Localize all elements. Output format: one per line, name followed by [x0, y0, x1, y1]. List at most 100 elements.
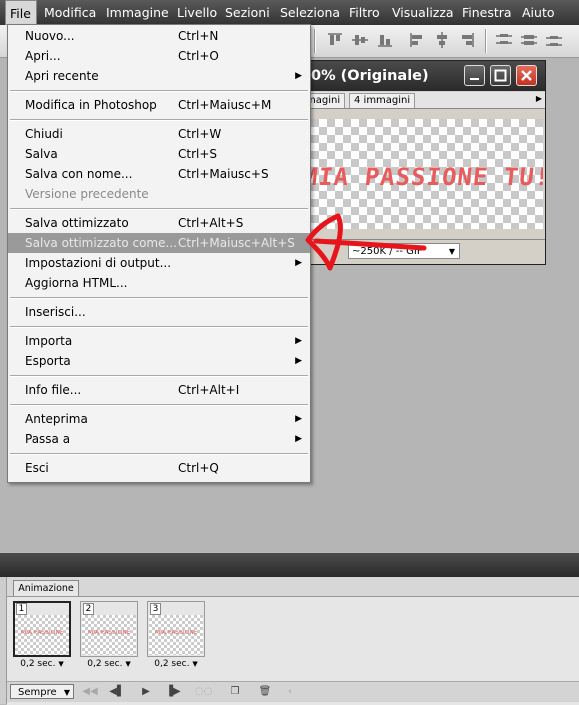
- submenu-arrow-icon: ▶: [295, 356, 302, 366]
- align-left-icon[interactable]: [408, 31, 426, 49]
- minimize-button[interactable]: [464, 65, 485, 86]
- menu-item-modifica-in-photoshop[interactable]: Modifica in Photoshop Ctrl+Maiusc+M: [8, 95, 310, 115]
- next-frame-icon[interactable]: ▐▶: [165, 685, 181, 699]
- menu-item-importa[interactable]: Importa ▶: [8, 331, 310, 351]
- menu-livello[interactable]: Livello: [177, 0, 217, 25]
- align-bottom-icon[interactable]: [376, 31, 394, 49]
- frame-delay[interactable]: 0,2 sec. ▼: [147, 659, 205, 669]
- menu-item-label: Salva: [25, 147, 58, 161]
- menu-item-shortcut: Ctrl+Alt+S: [178, 216, 244, 230]
- close-button[interactable]: [516, 65, 537, 86]
- menu-item-passa-a[interactable]: Passa a ▶: [8, 429, 310, 449]
- tab-scroll-right-icon[interactable]: ▶: [536, 94, 542, 103]
- tab-animazione[interactable]: Animazione: [13, 580, 79, 597]
- frame-delay-value: 0,2 sec.: [154, 659, 190, 669]
- optimization-info-value: ~250K / -- GIF: [352, 246, 423, 257]
- menu-item-shortcut: Ctrl+Maiusc+S: [178, 167, 269, 181]
- menu-aiuto[interactable]: Aiuto: [522, 0, 555, 25]
- menu-item-label: Inserisci...: [25, 305, 86, 319]
- duplicate-frame-icon[interactable]: ❐: [227, 685, 243, 699]
- minimize-icon: [470, 78, 479, 80]
- menu-item-chiudi[interactable]: Chiudi Ctrl+W: [8, 124, 310, 144]
- close-icon: [521, 70, 532, 81]
- maximize-button[interactable]: [490, 65, 511, 86]
- frame-delay[interactable]: 0,2 sec. ▼: [13, 659, 71, 669]
- frame-delay-value: 0,2 sec.: [87, 659, 123, 669]
- file-menu: Nuovo... Ctrl+N Apri... Ctrl+O Apri recente ▶…: [7, 24, 311, 483]
- menu-file[interactable]: File: [5, 0, 37, 25]
- animation-frame[interactable]: MIA PASSIONE TU!20,2 sec. ▼: [80, 601, 138, 675]
- menu-item-apri-recente[interactable]: Apri recente ▶: [8, 66, 310, 86]
- menu-item-apri[interactable]: Apri... Ctrl+O: [8, 46, 310, 66]
- tab-4-up[interactable]: 4 immagini: [349, 93, 416, 108]
- submenu-arrow-icon: ▶: [295, 434, 302, 444]
- document-titlebar[interactable]: 0% (Originale): [293, 61, 545, 91]
- collapse-icon[interactable]: ‹: [282, 685, 298, 699]
- menu-item-anteprima[interactable]: Anteprima ▶: [8, 409, 310, 429]
- delete-frame-icon[interactable]: 🗑: [257, 685, 273, 699]
- menu-item-label: Salva ottimizzato come...: [25, 236, 177, 250]
- menu-immagine[interactable]: Immagine: [106, 0, 169, 25]
- previous-frame-icon[interactable]: ◀▌: [109, 685, 125, 699]
- menu-filtro[interactable]: Filtro: [349, 0, 380, 25]
- distribute-bottom-icon[interactable]: [545, 31, 563, 49]
- menu-item-info-file[interactable]: Info file... Ctrl+Alt+I: [8, 380, 310, 400]
- animation-panel-body: Animazione Sempre ▼ ◀◀ ◀▌ ▶ ▐▶ ◌◌ ❐ 🗑 ‹ …: [6, 577, 579, 705]
- canvas-image-text: MIA PASSIONE TU!: [303, 163, 543, 191]
- menu-item-label: Anteprima: [25, 412, 88, 426]
- menu-item-esci[interactable]: Esci Ctrl+Q: [8, 458, 310, 478]
- frame-number: 3: [150, 603, 161, 615]
- menu-sezioni[interactable]: Sezioni: [225, 0, 270, 25]
- play-icon[interactable]: ▶: [138, 685, 154, 699]
- distribute-top-icon[interactable]: [495, 31, 513, 49]
- frames-strip: Sempre ▼ ◀◀ ◀▌ ▶ ▐▶ ◌◌ ❐ 🗑 ‹ MIA PASSION…: [7, 596, 579, 705]
- menu-separator: [10, 404, 308, 406]
- distribute-center-icon[interactable]: [520, 31, 538, 49]
- image-canvas[interactable]: MIA PASSIONE TU!: [303, 119, 543, 229]
- chevron-down-icon: ▼: [448, 247, 455, 256]
- menu-item-inserisci[interactable]: Inserisci...: [8, 302, 310, 322]
- menu-item-shortcut: Ctrl+S: [178, 147, 218, 161]
- loop-select[interactable]: Sempre ▼: [10, 684, 74, 699]
- align-hcenter-icon[interactable]: [433, 31, 451, 49]
- menu-item-esporta[interactable]: Esporta ▶: [8, 351, 310, 371]
- submenu-arrow-icon: ▶: [295, 336, 302, 346]
- menu-item-label: Nuovo...: [25, 29, 75, 43]
- menu-item-shortcut: Ctrl+Alt+I: [178, 383, 240, 397]
- menu-item-aggiorna-html[interactable]: Aggiorna HTML...: [8, 273, 310, 293]
- align-vcenter-icon[interactable]: [351, 31, 369, 49]
- menu-item-label: Modifica in Photoshop: [25, 98, 157, 112]
- menu-item-salva-ottimizzato-come[interactable]: Salva ottimizzato come... Ctrl+Maiusc+Alt…: [8, 233, 310, 253]
- menu-modifica[interactable]: Modifica: [44, 0, 96, 25]
- frame-delay[interactable]: 0,2 sec. ▼: [80, 659, 138, 669]
- submenu-arrow-icon: ▶: [295, 71, 302, 81]
- menu-item-salva-con-nome[interactable]: Salva con nome... Ctrl+Maiusc+S: [8, 164, 310, 184]
- menu-finestra[interactable]: Finestra: [462, 0, 512, 25]
- menu-item-shortcut: Ctrl+Maiusc+Alt+S: [178, 236, 295, 250]
- first-frame-icon[interactable]: ◀◀: [82, 685, 98, 699]
- menu-item-label: Importa: [25, 334, 73, 348]
- menu-item-salva[interactable]: Salva Ctrl+S: [8, 144, 310, 164]
- menu-visualizza[interactable]: Visualizza: [392, 0, 454, 25]
- animation-frame[interactable]: MIA PASSIONE TU!10,2 sec. ▼: [13, 601, 71, 675]
- menu-separator: [10, 119, 308, 121]
- menu-separator: [10, 453, 308, 455]
- tween-icon[interactable]: ◌◌: [195, 685, 212, 699]
- align-top-icon[interactable]: [326, 31, 344, 49]
- menu-item-shortcut: Ctrl+O: [178, 49, 219, 63]
- menu-bar: File Modifica Immagine Livello Sezioni Selezi…: [0, 0, 579, 25]
- animation-controls: Sempre ▼ ◀◀ ◀▌ ▶ ▐▶ ◌◌ ❐ 🗑 ‹: [7, 681, 579, 702]
- menu-item-impostazioni-di-output[interactable]: Impostazioni di output... ▶: [8, 253, 310, 273]
- menu-item-label: Passa a: [25, 432, 71, 446]
- menu-separator: [10, 326, 308, 328]
- document-status-bar: ~250K / -- GIF ▼: [293, 239, 545, 264]
- document-window: 0% (Originale) magini 4 immagini ▶ MIA P…: [292, 60, 546, 265]
- animation-frame[interactable]: MIA PASSIONE TU!30,2 sec. ▼: [147, 601, 205, 675]
- align-right-icon[interactable]: [458, 31, 476, 49]
- toolbar-separator: [314, 29, 315, 53]
- menu-item-nuovo[interactable]: Nuovo... Ctrl+N: [8, 26, 310, 46]
- menu-seleziona[interactable]: Seleziona: [280, 0, 340, 25]
- optimization-info-select[interactable]: ~250K / -- GIF ▼: [348, 243, 460, 259]
- menu-separator: [10, 208, 308, 210]
- menu-item-salva-ottimizzato[interactable]: Salva ottimizzato Ctrl+Alt+S: [8, 213, 310, 233]
